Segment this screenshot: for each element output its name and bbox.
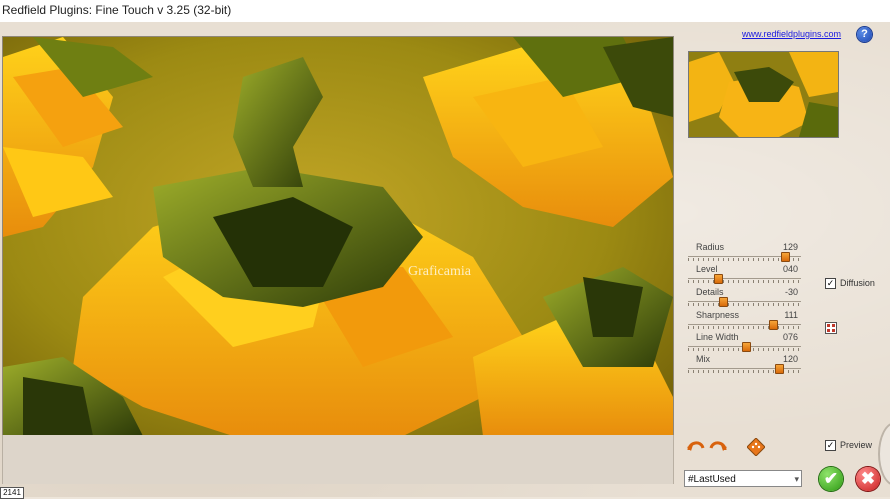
checkmark-icon: ✔	[823, 469, 839, 488]
cancel-button[interactable]: ✖	[856, 467, 880, 491]
ok-button[interactable]: ✔	[819, 467, 843, 491]
slider-value: 120	[782, 354, 798, 364]
diffusion-label: Diffusion	[840, 278, 875, 288]
slider-value: 111	[784, 310, 798, 320]
slider-details[interactable]: Details -30	[688, 287, 802, 309]
slider-track[interactable]	[688, 368, 801, 369]
plugin-client-area: Graficamia 2141 www.redfieldplugins.com …	[0, 22, 890, 499]
grid-toggle-icon[interactable]	[825, 322, 837, 334]
slider-value: 040	[782, 264, 798, 274]
chevron-down-icon: ▾	[794, 474, 799, 484]
help-icon[interactable]: ?	[857, 27, 872, 42]
slider-track[interactable]	[688, 278, 801, 279]
slider-radius[interactable]: Radius 129	[688, 242, 802, 264]
slider-label: Mix	[696, 354, 710, 364]
preset-selected-value: #LastUsed	[688, 474, 736, 485]
slider-track[interactable]	[688, 324, 801, 325]
redo-icon[interactable]	[709, 438, 727, 452]
slider-track[interactable]	[688, 301, 801, 302]
slider-knob[interactable]	[718, 297, 728, 307]
undo-icon[interactable]	[687, 438, 705, 452]
slider-ticks	[688, 326, 801, 329]
navigator-thumbnail[interactable]	[688, 51, 839, 138]
slider-label: Sharpness	[696, 310, 740, 320]
slider-knob[interactable]	[768, 320, 778, 330]
slider-label: Details	[696, 287, 724, 297]
diffusion-checkbox[interactable]: ✓	[825, 278, 836, 289]
slider-line-width[interactable]: Line Width 076	[688, 332, 802, 354]
slider-knob[interactable]	[781, 252, 791, 262]
slider-mix[interactable]: Mix 120	[688, 354, 802, 376]
watermark-text: Graficamia	[408, 264, 472, 279]
window-title: Redfield Plugins: Fine Touch v 3.25 (32-…	[2, 3, 232, 17]
slider-knob[interactable]	[775, 364, 785, 374]
slider-sharpness[interactable]: Sharpness 111	[688, 310, 802, 332]
slider-ticks	[688, 370, 801, 373]
slider-knob[interactable]	[741, 342, 751, 352]
preset-select[interactable]: #LastUsed ▾	[684, 470, 802, 487]
thumbnail-image	[689, 52, 838, 137]
slider-label: Radius	[696, 242, 725, 252]
slider-level[interactable]: Level 040	[688, 264, 802, 286]
slider-label: Level	[696, 264, 718, 274]
status-counter: 2141	[0, 487, 24, 499]
close-icon: ✖	[860, 469, 876, 488]
slider-ticks	[688, 280, 801, 283]
preview-checkbox[interactable]: ✓	[825, 440, 836, 451]
preview-footer-area	[2, 435, 674, 484]
title-bar: Redfield Plugins: Fine Touch v 3.25 (32-…	[0, 0, 890, 22]
slider-value: -30	[784, 287, 798, 297]
slider-value: 129	[782, 242, 798, 252]
website-link[interactable]: www.redfieldplugins.com	[742, 29, 841, 39]
image-preview[interactable]: Graficamia	[2, 36, 674, 437]
slider-ticks	[688, 303, 801, 306]
slider-knob[interactable]	[714, 274, 724, 284]
slider-label: Line Width	[696, 332, 739, 342]
sunflower-preview-image: Graficamia	[3, 37, 673, 436]
preview-label: Preview	[840, 440, 873, 450]
slider-value: 076	[782, 332, 798, 342]
randomize-icon[interactable]	[747, 438, 765, 456]
